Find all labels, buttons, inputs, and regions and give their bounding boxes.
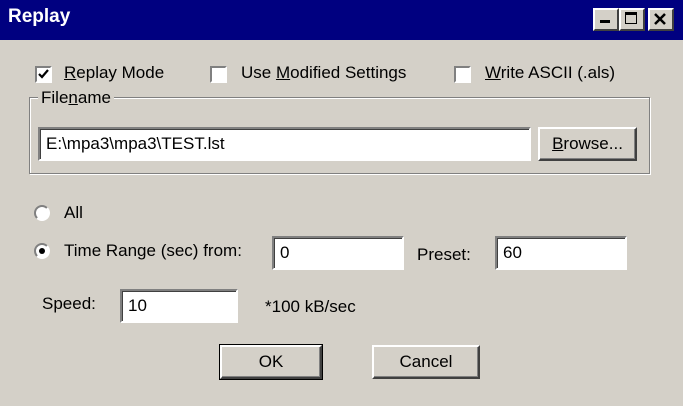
- use-modified-settings-label[interactable]: Use Modified Settings: [241, 63, 406, 83]
- speed-unit-label: *100 kB/sec: [265, 297, 356, 316]
- close-icon: [654, 13, 666, 25]
- use-modified-settings-checkbox[interactable]: [210, 66, 227, 83]
- window-title: Replay: [8, 6, 71, 27]
- ok-button[interactable]: OK: [219, 344, 323, 380]
- minimize-button[interactable]: [593, 8, 619, 31]
- filename-input[interactable]: E:\mpa3\mpa3\TEST.lst: [38, 127, 531, 161]
- replay-mode-checkbox[interactable]: [35, 66, 52, 83]
- title-bar[interactable]: [0, 0, 683, 40]
- time-from-input[interactable]: 0: [272, 236, 404, 270]
- all-label[interactable]: All: [64, 203, 83, 223]
- minimize-icon: [600, 20, 610, 23]
- maximize-icon: [625, 12, 637, 24]
- preset-label: Preset:: [417, 245, 471, 264]
- maximize-button[interactable]: [619, 8, 645, 31]
- filename-group-label: Filename: [38, 88, 114, 108]
- write-ascii-checkbox[interactable]: [454, 66, 471, 83]
- close-button[interactable]: [648, 8, 674, 31]
- replay-mode-label[interactable]: Replay Mode: [64, 63, 164, 83]
- radio-selected-dot: [39, 248, 45, 254]
- checkmark-icon: [38, 69, 49, 79]
- time-range-radio[interactable]: [34, 243, 50, 259]
- preset-input[interactable]: 60: [495, 236, 627, 270]
- all-radio[interactable]: [34, 205, 50, 221]
- time-range-label[interactable]: Time Range (sec) from:: [64, 241, 242, 261]
- write-ascii-label[interactable]: Write ASCII (.als): [485, 63, 615, 83]
- speed-input[interactable]: 10: [120, 289, 238, 323]
- browse-button[interactable]: Browse...: [538, 127, 637, 161]
- speed-label: Speed:: [42, 294, 96, 313]
- cancel-button[interactable]: Cancel: [372, 345, 480, 379]
